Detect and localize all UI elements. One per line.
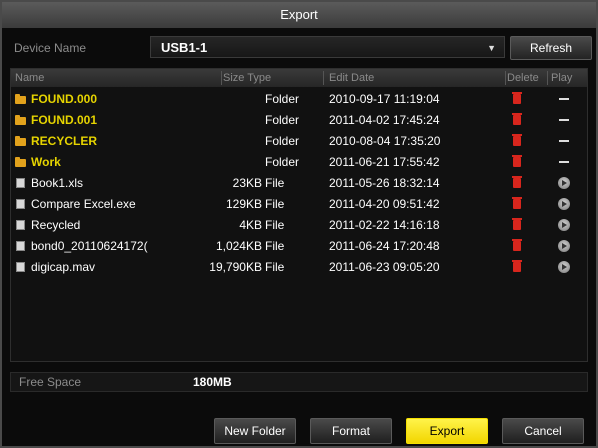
free-space-value: 180MB — [193, 375, 232, 389]
file-date: 2011-06-21 17:55:42 — [329, 155, 440, 169]
dialog-title: Export — [2, 2, 596, 28]
file-type: Folder — [265, 113, 300, 127]
chevron-down-icon: ▼ — [487, 43, 496, 53]
file-date: 2010-08-04 17:35:20 — [329, 134, 441, 148]
trash-icon[interactable] — [512, 113, 522, 125]
export-dialog: Export Device Name USB1-1 ▼ Refresh Name… — [0, 0, 598, 448]
file-type: File — [265, 218, 285, 232]
file-type: Folder — [265, 155, 300, 169]
table-row[interactable]: RECYCLER Folder 2010-08-04 17:35:20 — [11, 131, 587, 151]
file-list[interactable]: Name Size Type Edit Date Delete Play FOU… — [10, 68, 588, 362]
file-type: File — [265, 197, 285, 211]
folder-icon — [15, 157, 26, 167]
file-icon — [16, 220, 25, 230]
dash-icon — [559, 98, 569, 100]
file-name: Compare Excel.exe — [31, 197, 136, 211]
folder-icon — [15, 115, 26, 125]
file-size: 23KB — [232, 176, 262, 190]
column-name[interactable]: Name — [15, 69, 44, 87]
file-date: 2011-05-26 18:32:14 — [329, 176, 440, 190]
table-row[interactable]: Work Folder 2011-06-21 17:55:42 — [11, 152, 587, 172]
file-name: RECYCLER — [31, 134, 98, 148]
trash-icon[interactable] — [512, 92, 522, 104]
column-size-type[interactable]: Size Type — [223, 69, 271, 87]
trash-icon[interactable] — [512, 218, 522, 230]
trash-icon[interactable] — [512, 197, 522, 209]
file-icon — [16, 241, 25, 251]
file-name: bond0_20110624172( — [31, 239, 148, 253]
refresh-button[interactable]: Refresh — [510, 36, 592, 60]
file-date: 2011-04-20 09:51:42 — [329, 197, 440, 211]
column-delete: Delete — [507, 72, 539, 84]
file-size: 1,024KB — [215, 239, 262, 253]
cancel-button[interactable]: Cancel — [502, 418, 584, 444]
file-name: FOUND.000 — [31, 92, 98, 106]
play-icon[interactable] — [558, 240, 570, 252]
file-date: 2011-04-02 17:45:24 — [329, 113, 440, 127]
free-space-row: Free Space 180MB — [10, 372, 588, 392]
free-space-label: Free Space — [19, 375, 82, 389]
trash-icon[interactable] — [512, 176, 522, 188]
row-icon — [15, 115, 27, 125]
trash-icon[interactable] — [512, 260, 522, 272]
file-type: File — [265, 260, 285, 274]
file-date: 2011-02-22 14:16:18 — [329, 218, 440, 232]
table-row[interactable]: Compare Excel.exe 129KB File 2011-04-20 09:… — [11, 194, 587, 214]
column-edit-date[interactable]: Edit Date — [329, 69, 374, 87]
file-icon — [16, 178, 25, 188]
file-type: Folder — [265, 92, 300, 106]
trash-icon[interactable] — [512, 239, 522, 251]
table-row[interactable]: Recycled 4KB File 2011-02-22 14:16:18 — [11, 215, 587, 235]
export-button[interactable]: Export — [406, 418, 488, 444]
table-row[interactable]: bond0_20110624172( 1,024KB File 2011-06-24 … — [11, 236, 587, 256]
row-icon — [15, 136, 27, 146]
file-size: 19,790KB — [209, 260, 262, 274]
row-icon — [15, 220, 27, 230]
table-row[interactable]: FOUND.001 Folder 2011-04-02 17:45:24 — [11, 110, 587, 130]
folder-icon — [15, 94, 26, 104]
dash-icon — [559, 140, 569, 142]
file-name: Book1.xls — [31, 176, 84, 190]
file-date: 2011-06-24 17:20:48 — [329, 239, 440, 253]
device-name-label: Device Name — [14, 41, 87, 55]
file-name: Work — [31, 155, 61, 169]
row-icon — [15, 262, 27, 272]
file-date: 2011-06-23 09:05:20 — [329, 260, 440, 274]
new-folder-button[interactable]: New Folder — [214, 418, 296, 444]
play-icon[interactable] — [558, 261, 570, 273]
play-icon[interactable] — [558, 219, 570, 231]
folder-icon — [15, 136, 26, 146]
file-icon — [16, 262, 25, 272]
play-icon[interactable] — [558, 177, 570, 189]
table-row[interactable]: digicap.mav 19,790KB File 2011-06-23 09:05:… — [11, 257, 587, 277]
column-play: Play — [551, 72, 573, 84]
device-select-value: USB1-1 — [161, 40, 208, 55]
dash-icon — [559, 119, 569, 121]
trash-icon[interactable] — [512, 134, 522, 146]
table-row[interactable]: FOUND.000 Folder 2010-09-17 11:19:04 — [11, 89, 587, 109]
file-list-header: Name Size Type Edit Date Delete Play — [11, 69, 587, 87]
file-size: 4KB — [239, 218, 262, 232]
row-icon — [15, 199, 27, 209]
file-name: FOUND.001 — [31, 113, 98, 127]
dash-icon — [559, 161, 569, 163]
file-name: Recycled — [31, 218, 81, 232]
device-select[interactable]: USB1-1 ▼ — [150, 36, 505, 58]
file-icon — [16, 199, 25, 209]
row-icon — [15, 241, 27, 251]
table-row[interactable]: Book1.xls 23KB File 2011-05-26 18:32:14 — [11, 173, 587, 193]
format-button[interactable]: Format — [310, 418, 392, 444]
play-icon[interactable] — [558, 198, 570, 210]
file-name: digicap.mav — [31, 260, 96, 274]
file-type: File — [265, 176, 285, 190]
row-icon — [15, 178, 27, 188]
file-type: File — [265, 239, 285, 253]
file-date: 2010-09-17 11:19:04 — [329, 92, 440, 106]
row-icon — [15, 157, 27, 167]
trash-icon[interactable] — [512, 155, 522, 167]
file-size: 129KB — [225, 197, 262, 211]
file-type: Folder — [265, 134, 300, 148]
row-icon — [15, 94, 27, 104]
device-row: Device Name USB1-1 ▼ Refresh — [10, 35, 592, 61]
